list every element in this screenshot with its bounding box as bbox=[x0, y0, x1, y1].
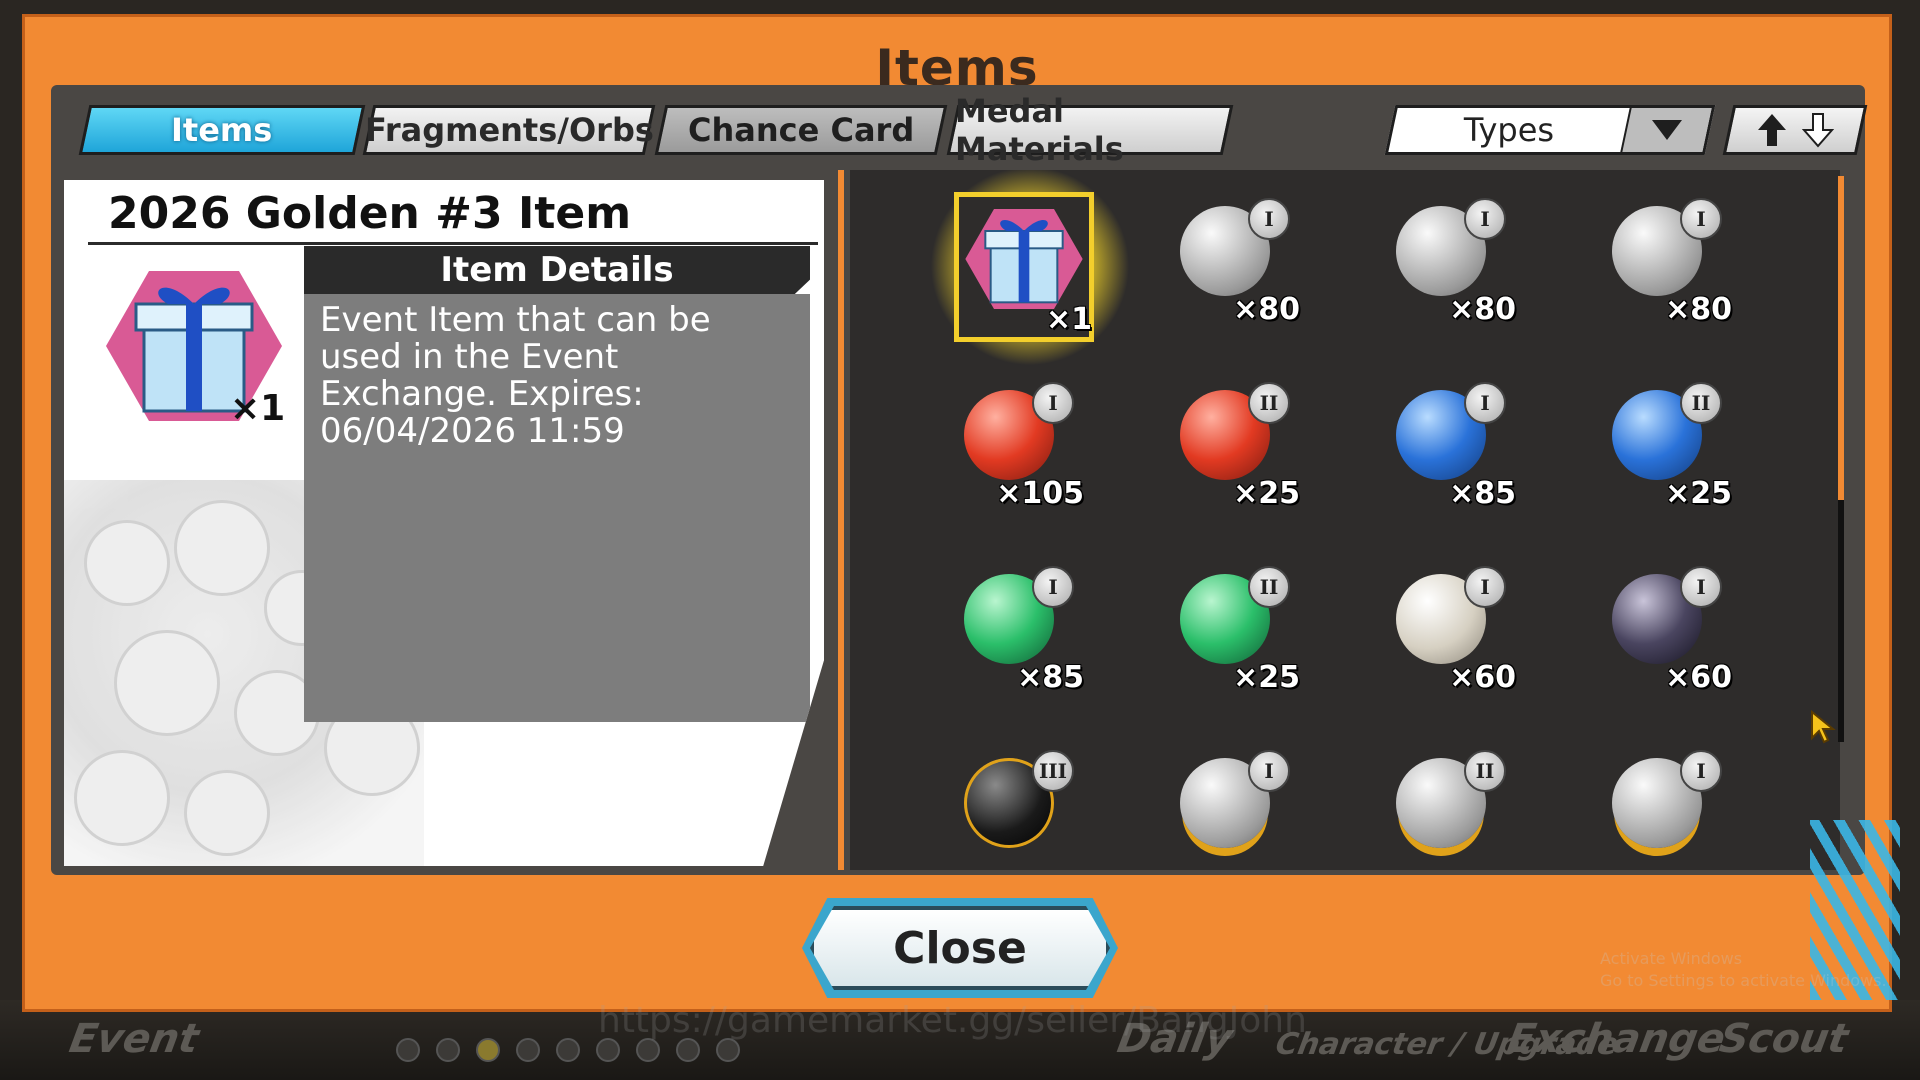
tab-fragments-orbs[interactable]: Fragments/Orbs bbox=[362, 105, 656, 155]
sort-order-button[interactable] bbox=[1722, 105, 1868, 155]
item-qty: ×80 bbox=[1665, 292, 1732, 327]
tier-badge: II bbox=[1248, 382, 1290, 424]
panel-divider bbox=[838, 170, 844, 870]
grid-item-green-orb-2[interactable]: II ×25 bbox=[1150, 554, 1310, 714]
tier-badge: I bbox=[1248, 750, 1290, 792]
tier-badge: II bbox=[1248, 566, 1290, 608]
grid-item-red-orb-1[interactable]: I ×105 bbox=[934, 370, 1094, 530]
sort-down-icon bbox=[1802, 113, 1834, 148]
grid-item-heart-medal-2[interactable]: II bbox=[1366, 738, 1526, 870]
item-description: Event Item that can be used in the Event… bbox=[320, 300, 711, 451]
grid-item-green-orb-1[interactable]: I ×85 bbox=[934, 554, 1094, 714]
item-qty: ×25 bbox=[1233, 476, 1300, 511]
grid-item-white-orb[interactable]: I ×60 bbox=[1366, 554, 1526, 714]
bg-nav-exchange: Exchange bbox=[1503, 1016, 1729, 1062]
tier-badge: II bbox=[1680, 382, 1722, 424]
item-qty: ×1 bbox=[1045, 302, 1092, 337]
page-dots bbox=[396, 1038, 740, 1062]
tier-badge: I bbox=[1464, 198, 1506, 240]
cursor-icon bbox=[1811, 710, 1836, 744]
item-qty: ×85 bbox=[1449, 476, 1516, 511]
tab-label: Chance Card bbox=[687, 111, 915, 149]
tier-badge: II bbox=[1464, 750, 1506, 792]
grid-item-medal-material-a[interactable]: I ×80 bbox=[1150, 186, 1310, 346]
grid-item-blue-orb-2[interactable]: II ×25 bbox=[1582, 370, 1742, 530]
item-grid: ×1 I ×80 I ×80 I ×80 I ×105 II ×25 I ×85… bbox=[850, 170, 1840, 870]
grid-item-heart-medal-1[interactable]: I bbox=[1150, 738, 1310, 870]
tier-badge: I bbox=[1464, 566, 1506, 608]
grid-item-red-orb-2[interactable]: II ×25 bbox=[1150, 370, 1310, 530]
close-button[interactable]: Close bbox=[810, 906, 1110, 990]
tier-badge: III bbox=[1032, 750, 1074, 792]
divider bbox=[88, 242, 818, 245]
item-qty: ×25 bbox=[1233, 660, 1300, 695]
tab-label: Medal Materials bbox=[955, 92, 1124, 168]
tab-chance-card[interactable]: Chance Card bbox=[654, 105, 948, 155]
tier-badge: I bbox=[1680, 198, 1722, 240]
activate-line-2: Go to Settings to activate Windows. bbox=[1600, 971, 1887, 990]
tab-label: Fragments/Orbs bbox=[364, 111, 654, 149]
activate-line-1: Activate Windows bbox=[1600, 949, 1743, 968]
tier-badge: I bbox=[1680, 566, 1722, 608]
item-detail-panel: 2026 Golden #3 Item ×1 Item Details Even… bbox=[64, 180, 824, 866]
item-qty: ×60 bbox=[1449, 660, 1516, 695]
tier-badge: I bbox=[1248, 198, 1290, 240]
tier-badge: I bbox=[1032, 566, 1074, 608]
chevron-down-icon bbox=[1620, 108, 1712, 152]
grid-item-shield-material[interactable]: I ×80 bbox=[1366, 186, 1526, 346]
watermark-text: https://gamemarket.gg/seller/BangJohn bbox=[598, 1000, 1307, 1041]
sort-up-icon bbox=[1758, 114, 1786, 146]
item-qty: ×80 bbox=[1449, 292, 1516, 327]
item-details-box: Event Item that can be used in the Event… bbox=[304, 294, 810, 722]
item-qty: ×25 bbox=[1665, 476, 1732, 511]
item-qty: ×105 bbox=[996, 476, 1084, 511]
item-name: 2026 Golden #3 Item bbox=[108, 188, 632, 239]
grid-item-blue-orb-1[interactable]: I ×85 bbox=[1366, 370, 1526, 530]
item-qty: ×85 bbox=[1017, 660, 1084, 695]
tier-badge: I bbox=[1464, 382, 1506, 424]
grid-item-dark-orb[interactable]: I ×60 bbox=[1582, 554, 1742, 714]
tab-label: Items bbox=[171, 111, 273, 149]
bg-nav-scout: Scout bbox=[1715, 1016, 1852, 1062]
item-quantity: ×1 bbox=[230, 388, 286, 429]
types-filter-dropdown[interactable]: Types bbox=[1384, 105, 1716, 155]
grid-item-boot-material[interactable]: I ×80 bbox=[1582, 186, 1742, 346]
tab-items[interactable]: Items bbox=[78, 105, 366, 155]
activate-windows-notice: Activate Windows Go to Settings to activ… bbox=[1600, 948, 1887, 992]
item-details-heading: Item Details bbox=[304, 246, 810, 294]
grid-item-black-orb[interactable]: III bbox=[934, 738, 1094, 870]
bg-nav-event: Event bbox=[65, 1016, 203, 1062]
scrollbar-thumb[interactable] bbox=[1838, 176, 1844, 500]
tab-medal-materials[interactable]: Medal Materials bbox=[946, 92, 1234, 168]
item-qty: ×60 bbox=[1665, 660, 1732, 695]
item-qty: ×80 bbox=[1233, 292, 1300, 327]
tier-badge: I bbox=[1680, 750, 1722, 792]
types-filter-label: Types bbox=[1463, 111, 1555, 149]
grid-item-gift[interactable]: ×1 bbox=[930, 170, 1130, 366]
gift-box-icon bbox=[965, 209, 1083, 309]
tier-badge: I bbox=[1032, 382, 1074, 424]
grid-item-sword-medal[interactable]: I bbox=[1582, 738, 1742, 870]
